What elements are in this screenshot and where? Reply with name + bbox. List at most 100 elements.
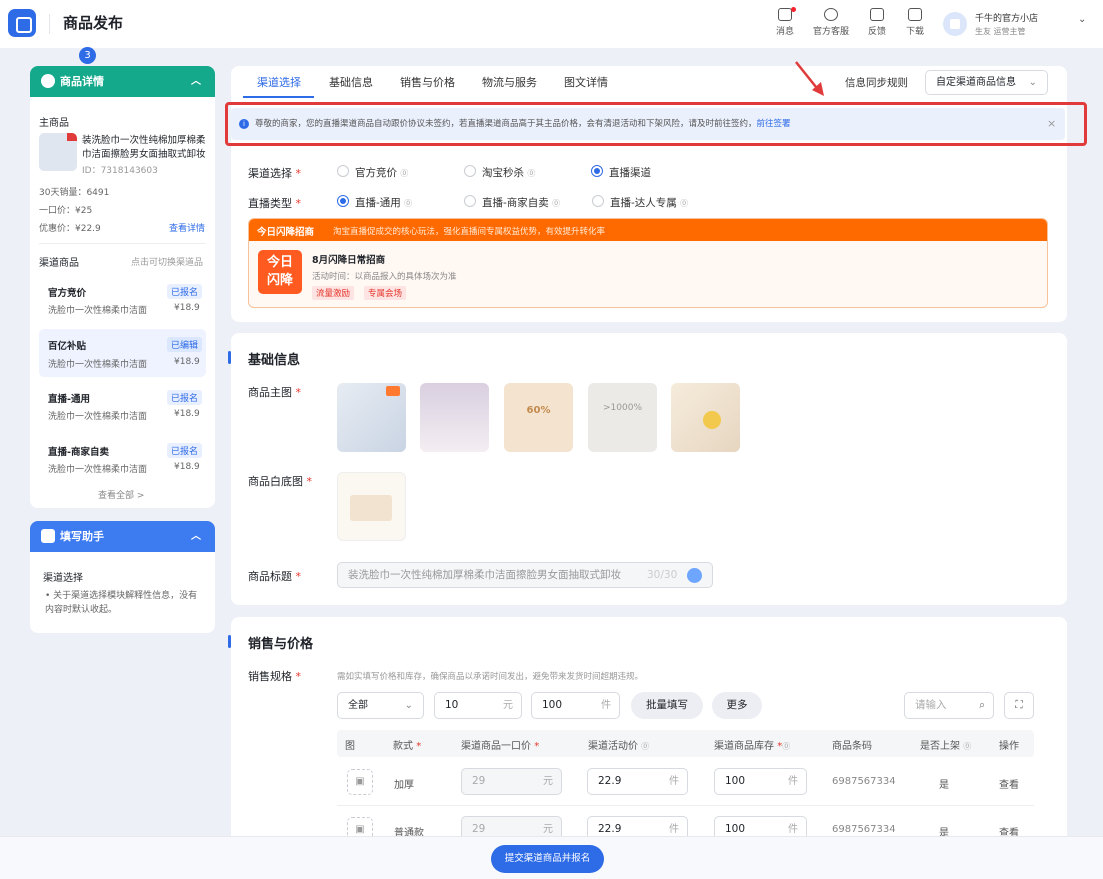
download-label: 下载 [905, 27, 924, 37]
batch-price-input[interactable]: 10 元 [434, 692, 522, 719]
view-link[interactable]: 查看 [999, 776, 1019, 791]
message-label: 消息 [775, 27, 794, 37]
channel-item-name: 官方竞价 [48, 288, 87, 299]
channel-item-desc: 洗脸巾一次性棉柔巾洁面 [48, 360, 148, 370]
app-logo-icon [8, 9, 36, 37]
step-badge: 3 [79, 47, 96, 64]
activity-price-input[interactable]: 22.9 件 [587, 768, 688, 795]
stock-input[interactable]: 100 件 [714, 768, 807, 795]
table-row: ▣ 加厚 29 元 22.9 件 100 件 6987567334 是 查看 [337, 757, 1034, 806]
channel-item-subsidy[interactable]: 百亿补贴 已编辑 洗脸巾一次性棉柔巾洁面 ¥18.9 [39, 329, 206, 377]
batch-stock-input[interactable]: 100 件 [531, 692, 620, 719]
unit-label: 件 [669, 776, 679, 787]
divider [39, 243, 206, 244]
list-price-input[interactable]: 29 元 [461, 768, 562, 795]
main-product-label: 主商品 [39, 118, 69, 129]
option-text: 直播-达人专属 [610, 197, 677, 209]
product-detail-header[interactable]: 商品详情 ︿ [30, 66, 215, 97]
product-title-value: 装洗脸巾一次性纯棉加厚棉柔巾洁面擦脸男女面抽取式卸妆 [348, 569, 621, 581]
row-style: 加厚 [394, 780, 414, 791]
channel-item-price: ¥18.9 [174, 409, 200, 419]
ai-icon[interactable] [687, 568, 702, 583]
view-all-link[interactable]: 查看全部 > [98, 488, 144, 501]
filter-select[interactable]: 全部 ⌄ [337, 692, 424, 719]
option-text: 淘宝秒杀 [482, 167, 524, 179]
product-title-input[interactable]: 装洗脸巾一次性纯棉加厚棉柔巾洁面擦脸男女面抽取式卸妆 30/30 [337, 562, 713, 588]
radio-taobao-flash[interactable] [464, 165, 476, 177]
radio-live-merchant[interactable] [464, 195, 476, 207]
product-image[interactable] [420, 383, 489, 452]
view-detail-link[interactable]: 查看详情 [169, 221, 205, 234]
row-barcode: 6987567334 [832, 776, 896, 787]
chevron-down-icon: ⌄ [1028, 77, 1037, 88]
more-button[interactable]: 更多 [712, 692, 762, 719]
product-image[interactable]: >1000% [588, 383, 657, 452]
column-header: 商品条码 [832, 741, 872, 752]
message-button[interactable]: 消息 [761, 8, 809, 37]
chevron-up-icon[interactable]: ︿ [191, 66, 201, 97]
help-icon: ⓪ [400, 169, 409, 178]
option-live-merchant: 直播-商家自卖 ⓪ [482, 195, 560, 210]
promo-title: 今日闪降招商 [257, 227, 315, 238]
promo-tag: 流量激励 [312, 286, 355, 300]
channel-select-text: 渠道选择 [248, 167, 292, 180]
channel-item-live-merchant[interactable]: 直播-商家自卖 已报名 洗脸巾一次性棉柔巾洁面 ¥18.9 [39, 436, 206, 482]
image-placeholder-icon[interactable]: ▣ [347, 769, 373, 795]
message-icon [778, 8, 792, 21]
highlight-box [225, 102, 1087, 146]
column-header-text: 渠道活动价 [588, 741, 638, 752]
tab-indicator [243, 96, 314, 98]
chevron-down-icon: ⌄ [404, 700, 413, 711]
submit-button[interactable]: 提交渠道商品并报名 [491, 845, 604, 873]
product-image[interactable] [671, 383, 740, 452]
option-live-channel: 直播渠道 [609, 167, 651, 179]
tab-basic[interactable]: 基础信息 [329, 74, 373, 90]
helper-text-content: 关于渠道选择模块解释性信息，没有内容时默认收起。 [45, 591, 198, 615]
help-icon: ⓪ [641, 742, 650, 751]
product-image[interactable] [337, 383, 406, 452]
list-price-value: 29 [472, 823, 486, 835]
radio-live-channel[interactable] [591, 165, 603, 177]
tab-sales[interactable]: 销售与价格 [400, 74, 455, 90]
live-type-label: 直播类型 * [248, 197, 301, 210]
channel-item-official-bid[interactable]: 官方竞价 已报名 洗脸巾一次性棉柔巾洁面 ¥18.9 [39, 277, 206, 323]
column-header-text: 是否上架 [920, 741, 960, 752]
tab-detail[interactable]: 图文详情 [564, 74, 608, 90]
sync-select[interactable]: 自定渠道商品信息 ⌄ [925, 70, 1048, 95]
white-image-text: 商品白底图 [248, 475, 303, 488]
helper-header[interactable]: 填写助手 ︿ [30, 521, 215, 552]
white-background-image[interactable] [337, 472, 406, 541]
unit-label: 元 [543, 776, 553, 787]
support-button[interactable]: 官方客服 [807, 8, 855, 37]
promo-card[interactable]: 今日闪降招商 淘宝直播促成交的核心玩法，强化直播间专属权益优势，有效提升转化率 … [248, 218, 1048, 308]
channel-item-live-general[interactable]: 直播-通用 已报名 洗脸巾一次性棉柔巾洁面 ¥18.9 [39, 383, 206, 429]
main-image-label: 商品主图 * [248, 386, 301, 399]
promo-tag: 专属会场 [364, 286, 407, 300]
option-live-talent: 直播-达人专属 ⓪ [610, 195, 688, 210]
product-image[interactable]: 60% [504, 383, 573, 452]
channel-item-name: 百亿补贴 [48, 341, 87, 352]
promo-badge-line: 闪降 [266, 273, 293, 288]
radio-live-general[interactable] [337, 195, 349, 207]
white-image-label: 商品白底图 * [248, 475, 312, 488]
tab-logistics[interactable]: 物流与服务 [482, 74, 537, 90]
radio-live-talent[interactable] [592, 195, 604, 207]
download-button[interactable]: 下载 [891, 8, 939, 37]
fullscreen-icon[interactable]: ⛶ [1004, 692, 1034, 719]
radio-official-bid[interactable] [337, 165, 349, 177]
batch-stock-value: 100 [542, 699, 563, 711]
tab-channel[interactable]: 渠道选择 [257, 74, 301, 90]
unit-label: 元 [503, 700, 513, 711]
search-input[interactable]: 请输入 ⌕ [904, 692, 994, 719]
column-header-text: 款式 [393, 741, 413, 752]
filter-value: 全部 [348, 700, 368, 711]
section-marker [228, 635, 231, 648]
chevron-down-icon[interactable]: ⌄ [1078, 14, 1086, 25]
unit-label: 件 [601, 700, 611, 711]
sales-title: 销售与价格 [248, 637, 314, 652]
chevron-up-icon[interactable]: ︿ [191, 521, 201, 552]
spec-hint: 需如实填写价格和库存，确保商品以承诺时间发出，避免带来发货时间超期违规。 [337, 672, 644, 682]
helper-icon [41, 529, 55, 543]
batch-fill-button[interactable]: 批量填写 [631, 692, 703, 719]
avatar[interactable] [943, 12, 967, 36]
